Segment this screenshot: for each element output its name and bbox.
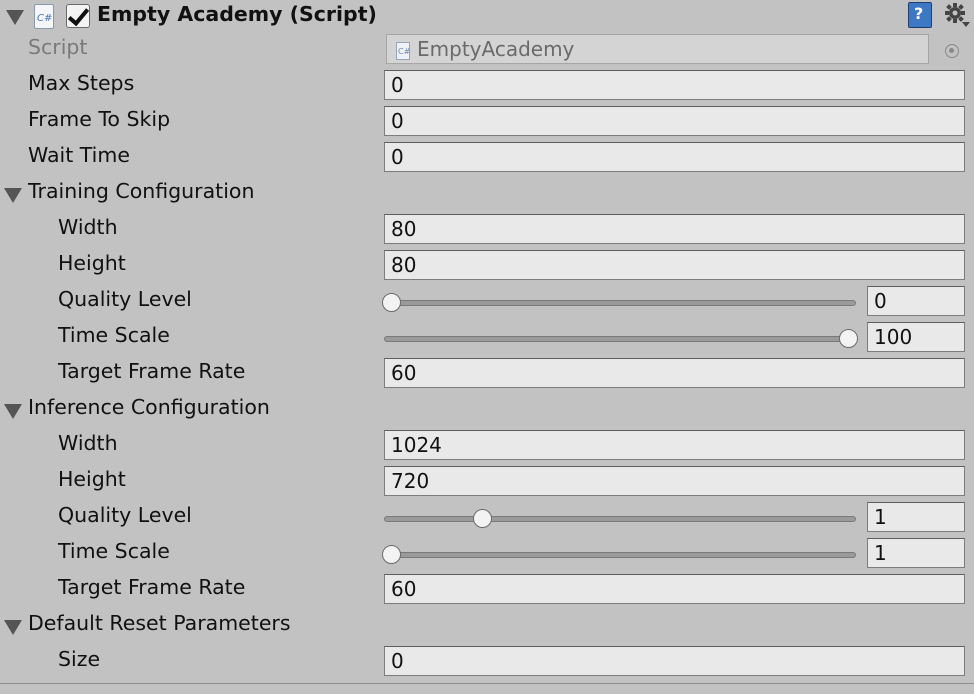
wait-time-input[interactable]: 0: [384, 142, 965, 172]
inference-quality-level-input[interactable]: 1: [867, 502, 965, 532]
gear-icon[interactable]: [944, 2, 970, 28]
inference-time-scale-slider[interactable]: [384, 552, 856, 558]
frame-to-skip-row: Frame To Skip 0: [0, 104, 974, 140]
script-label: Script: [28, 35, 88, 59]
script-object-field[interactable]: EmptyAcademy: [386, 34, 929, 64]
training-quality-level-input[interactable]: 0: [867, 286, 965, 316]
inference-height-input[interactable]: 720: [384, 466, 965, 496]
inference-time-scale-input[interactable]: 1: [867, 538, 965, 568]
wait-time-row: Wait Time 0: [0, 140, 974, 176]
reset-parameters-size-row: Size 0: [0, 644, 974, 680]
inference-time-scale-slider-thumb[interactable]: [382, 545, 401, 564]
inference-height-label: Height: [58, 467, 126, 491]
foldout-arrow-icon[interactable]: [4, 620, 22, 635]
training-time-scale-input[interactable]: 100: [867, 322, 965, 352]
training-configuration-label: Training Configuration: [28, 179, 255, 203]
inference-width-row: Width 1024: [0, 428, 974, 464]
inference-quality-level-slider[interactable]: [384, 516, 856, 522]
training-width-input[interactable]: 80: [384, 214, 965, 244]
default-reset-parameters-foldout[interactable]: Default Reset Parameters: [0, 608, 974, 644]
default-reset-parameters-label: Default Reset Parameters: [28, 611, 291, 635]
inference-width-input[interactable]: 1024: [384, 430, 965, 460]
training-quality-level-row: Quality Level 0: [0, 284, 974, 320]
training-height-label: Height: [58, 251, 126, 275]
component-header: C# Empty Academy (Script) ?: [0, 0, 974, 34]
training-width-row: Width 80: [0, 212, 974, 248]
inference-width-label: Width: [58, 431, 118, 455]
training-time-scale-row: Time Scale 100: [0, 320, 974, 356]
inference-quality-level-slider-thumb[interactable]: [473, 509, 493, 528]
training-width-label: Width: [58, 215, 118, 239]
wait-time-label: Wait Time: [28, 143, 130, 167]
max-steps-row: Max Steps 0: [0, 68, 974, 104]
training-time-scale-slider[interactable]: [384, 336, 856, 342]
training-time-scale-label: Time Scale: [58, 323, 170, 347]
inference-target-frame-rate-row: Target Frame Rate 60: [0, 572, 974, 608]
training-quality-level-label: Quality Level: [58, 287, 192, 311]
help-book-icon[interactable]: ?: [908, 2, 932, 28]
foldout-arrow-icon[interactable]: [4, 404, 22, 419]
inference-quality-level-row: Quality Level 1: [0, 500, 974, 536]
training-height-row: Height 80: [0, 248, 974, 284]
inference-target-frame-rate-input[interactable]: 60: [384, 574, 965, 604]
max-steps-label: Max Steps: [28, 71, 135, 95]
script-row: Script EmptyAcademy C#: [0, 32, 974, 68]
training-time-scale-slider-thumb[interactable]: [839, 329, 858, 348]
training-quality-level-slider[interactable]: [384, 300, 856, 306]
reset-parameters-size-label: Size: [58, 647, 101, 671]
frame-to-skip-label: Frame To Skip: [28, 107, 171, 131]
inspector-divider: [0, 683, 974, 684]
csharp-script-icon: C#: [34, 4, 54, 29]
foldout-arrow-icon[interactable]: [6, 10, 24, 25]
frame-to-skip-input[interactable]: 0: [384, 106, 965, 136]
inference-height-row: Height 720: [0, 464, 974, 500]
script-file-icon: C#: [396, 42, 410, 60]
training-target-frame-rate-label: Target Frame Rate: [58, 359, 246, 383]
inference-quality-level-label: Quality Level: [58, 503, 192, 527]
training-configuration-foldout[interactable]: Training Configuration: [0, 176, 974, 212]
inference-configuration-foldout[interactable]: Inference Configuration: [0, 392, 974, 428]
inference-time-scale-label: Time Scale: [58, 539, 170, 563]
max-steps-input[interactable]: 0: [384, 70, 965, 100]
training-target-frame-rate-input[interactable]: 60: [384, 358, 965, 388]
object-picker-icon[interactable]: [945, 44, 959, 58]
training-target-frame-rate-row: Target Frame Rate 60: [0, 356, 974, 392]
inference-configuration-label: Inference Configuration: [28, 395, 270, 419]
inference-time-scale-row: Time Scale 1: [0, 536, 974, 572]
component-enabled-checkbox[interactable]: [66, 4, 90, 28]
reset-parameters-size-input[interactable]: 0: [384, 646, 965, 676]
inference-target-frame-rate-label: Target Frame Rate: [58, 575, 246, 599]
training-quality-level-slider-thumb[interactable]: [382, 293, 401, 312]
foldout-arrow-icon[interactable]: [4, 188, 22, 203]
training-height-input[interactable]: 80: [384, 250, 965, 280]
component-title: Empty Academy (Script): [97, 2, 377, 26]
